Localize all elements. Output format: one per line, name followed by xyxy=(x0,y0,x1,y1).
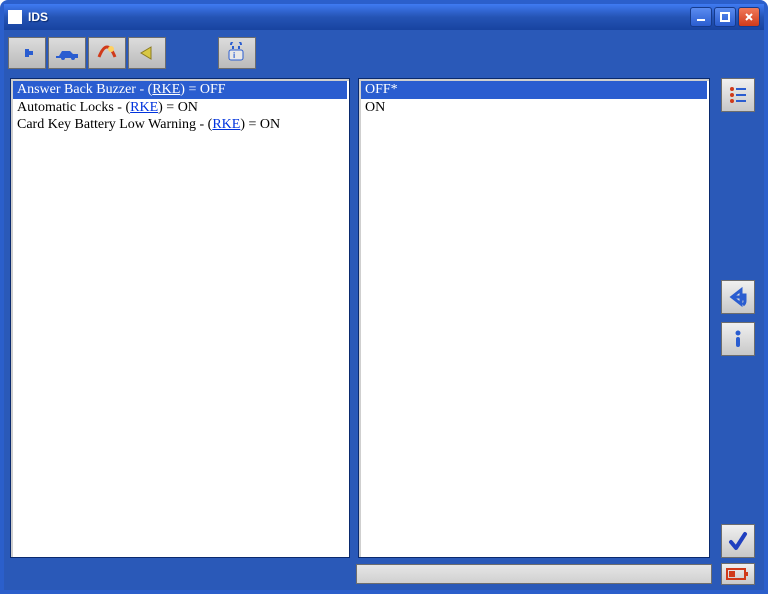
maximize-button[interactable] xyxy=(714,7,736,27)
back-icon xyxy=(727,286,749,308)
tick-icon xyxy=(727,530,749,552)
arrow-left-icon xyxy=(134,42,160,64)
toolbar: i xyxy=(4,30,764,72)
battery-icon xyxy=(726,567,750,581)
status-right xyxy=(718,564,758,584)
main-row: Answer Back Buzzer - (RKE) = OFFAutomati… xyxy=(4,72,764,562)
toolbar-config-button[interactable]: i xyxy=(218,37,256,69)
window-title: IDS xyxy=(28,10,690,24)
plug-icon xyxy=(14,42,40,64)
parameter-row[interactable]: Automatic Locks - (RKE) = ON xyxy=(13,99,347,117)
confirm-button[interactable] xyxy=(721,524,755,558)
window-controls xyxy=(690,7,760,27)
parameter-list-panel: Answer Back Buzzer - (RKE) = OFFAutomati… xyxy=(10,78,350,558)
parameter-text-post: ) = ON xyxy=(240,117,280,132)
list-view-icon xyxy=(727,84,749,106)
close-button[interactable] xyxy=(738,7,760,27)
status-row xyxy=(4,562,764,590)
minimize-button[interactable] xyxy=(690,7,712,27)
info-button[interactable] xyxy=(721,322,755,356)
list-view-button[interactable] xyxy=(721,78,755,112)
titlebar: IDS xyxy=(4,4,764,30)
toolbar-back-button[interactable] xyxy=(128,37,166,69)
minimize-icon xyxy=(696,12,706,22)
option-row[interactable]: OFF* xyxy=(361,81,707,99)
parameter-text-pre: Answer Back Buzzer - ( xyxy=(17,82,152,97)
undo-button[interactable] xyxy=(721,280,755,314)
battery-button[interactable] xyxy=(721,563,755,585)
parameter-row[interactable]: Card Key Battery Low Warning - (RKE) = O… xyxy=(13,116,347,134)
status-bar xyxy=(356,564,712,584)
parameter-text-post: ) = ON xyxy=(158,100,198,115)
config-icon: i xyxy=(224,42,250,64)
parameter-link[interactable]: RKE xyxy=(152,82,180,97)
status-left-spacer xyxy=(10,564,350,584)
parameter-text-pre: Card Key Battery Low Warning - ( xyxy=(17,117,212,132)
parameter-link[interactable]: RKE xyxy=(130,100,158,115)
parameter-text-post: ) = OFF xyxy=(180,82,225,97)
parameter-link[interactable]: RKE xyxy=(212,117,240,132)
diag-icon xyxy=(94,42,120,64)
app-icon xyxy=(8,10,22,24)
toolbar-plug-button[interactable] xyxy=(8,37,46,69)
maximize-icon xyxy=(720,12,730,22)
parameter-row[interactable]: Answer Back Buzzer - (RKE) = OFF xyxy=(13,81,347,99)
toolbar-vehicle-button[interactable] xyxy=(48,37,86,69)
client-area: i Answer Back Buzzer - (RKE) = OFFAutoma… xyxy=(4,30,764,590)
info-icon xyxy=(727,328,749,350)
toolbar-diag-button[interactable] xyxy=(88,37,126,69)
app-window: IDS xyxy=(0,0,768,594)
option-row[interactable]: ON xyxy=(361,99,707,117)
parameter-text-pre: Automatic Locks - ( xyxy=(17,100,130,115)
svg-text:i: i xyxy=(233,51,235,60)
close-icon xyxy=(744,12,754,22)
option-list[interactable]: OFF*ON xyxy=(359,79,709,118)
toolbar-group xyxy=(8,37,166,69)
side-buttons xyxy=(718,78,758,558)
option-list-panel: OFF*ON xyxy=(358,78,710,558)
parameter-list[interactable]: Answer Back Buzzer - (RKE) = OFFAutomati… xyxy=(11,79,349,136)
vehicle-icon xyxy=(54,42,80,64)
